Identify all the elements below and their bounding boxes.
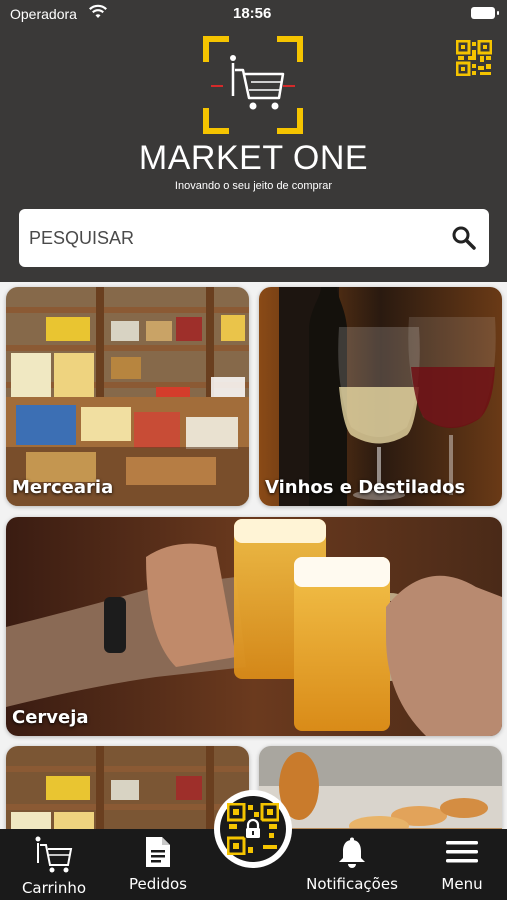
brand-tagline: Inovando o seu jeito de comprar (174, 180, 333, 192)
app-header: Operadora 18:56 MARKET ONE Inovando o se… (0, 0, 507, 282)
bell-icon (339, 837, 365, 868)
wifi-icon (89, 4, 107, 18)
search-input[interactable] (29, 209, 429, 267)
category-label: Cerveja (12, 707, 89, 728)
qr-code-icon[interactable] (456, 40, 492, 76)
search-icon[interactable] (451, 225, 477, 251)
clock: 18:56 (233, 5, 272, 22)
grocery-shelf-photo (6, 287, 249, 506)
category-label: Mercearia (12, 477, 114, 498)
battery-icon (471, 7, 499, 19)
tab-label: Notificações (306, 875, 398, 893)
status-bar: Operadora 18:56 (0, 0, 507, 28)
tab-label: Menu (441, 875, 483, 893)
qr-lock-icon (227, 803, 279, 855)
category-label: Vinhos e Destilados (265, 477, 466, 498)
hamburger-icon (446, 841, 478, 863)
market-one-logo-icon (203, 36, 303, 134)
tab-label: Carrinho (21, 879, 87, 897)
category-tile-vinhos-destilados[interactable]: Vinhos e Destilados (259, 287, 502, 506)
tab-pedidos[interactable]: Pedidos (118, 829, 198, 900)
search-bar[interactable] (19, 209, 489, 267)
qr-scan-button[interactable] (214, 790, 292, 868)
tab-label: Pedidos (129, 875, 187, 893)
wine-glasses-photo (259, 287, 502, 506)
category-tile-cerveja[interactable]: Cerveja (6, 517, 502, 736)
category-tile-mercearia[interactable]: Mercearia (6, 287, 249, 506)
document-icon (146, 837, 170, 867)
carrier-label: Operadora (10, 6, 77, 22)
tab-notificacoes[interactable]: Notificações (302, 829, 402, 900)
brand-name: MARKET ONE (138, 139, 369, 177)
qr-scan-button-inner (220, 796, 286, 862)
tab-menu[interactable]: Menu (424, 829, 500, 900)
tab-carrinho[interactable]: Carrinho (14, 829, 94, 900)
cart-icon (35, 836, 73, 873)
beer-toast-photo (6, 517, 502, 736)
